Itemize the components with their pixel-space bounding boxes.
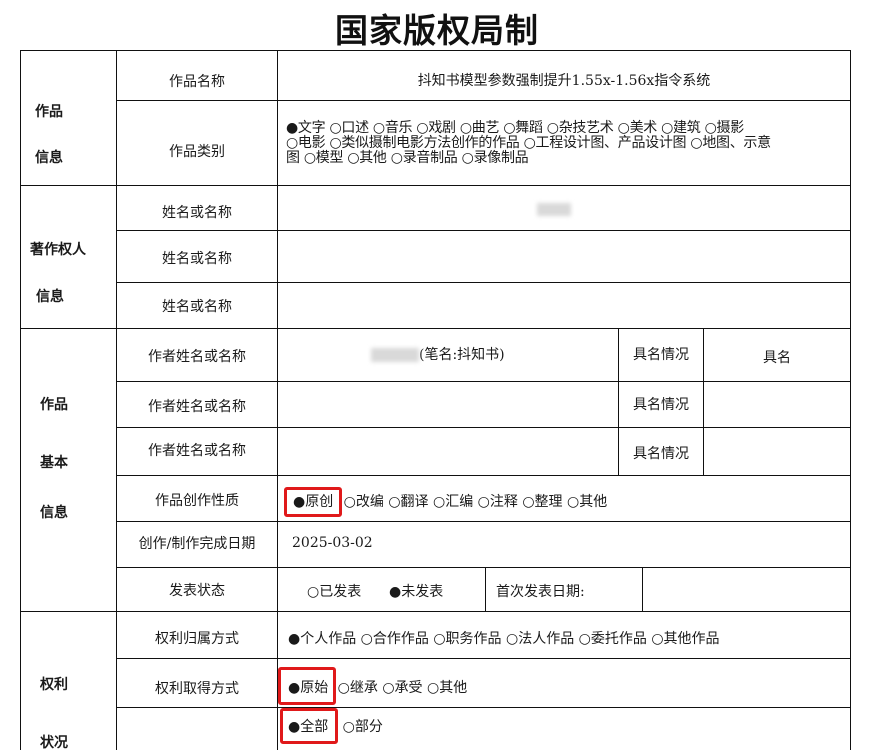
acquisition-other-options[interactable]: ○继承 ○承受 ○其他 (338, 680, 468, 696)
work-type-line-3: 图 ○模型 ○其他 ○录音制品 ○录像制品 (286, 150, 529, 166)
section-divider (20, 328, 851, 329)
highlight-box-acquisition (278, 667, 336, 705)
label-signature-3: 具名情况 (633, 446, 689, 462)
highlight-box-scope (280, 708, 338, 744)
work-type-line-2: ○电影 ○类似摄制电影方法创作的作品 ○工程设计图、产品设计图 ○地图、示意 (286, 135, 771, 151)
section-rights-line1: 权利 (40, 677, 68, 693)
section-work-info-line2: 信息 (35, 150, 63, 166)
row-divider (116, 475, 851, 476)
redacted-owner-name (537, 202, 571, 216)
section-basic-info-line2: 基本 (40, 455, 68, 471)
label-author-2: 作者姓名或名称 (148, 399, 246, 415)
nature-other-options[interactable]: ○改编 ○翻译 ○汇编 ○注释 ○整理 ○其他 (344, 494, 608, 510)
section-basic-info-line1: 作品 (40, 397, 68, 413)
label-author-3: 作者姓名或名称 (148, 443, 246, 459)
row-divider (116, 427, 851, 428)
column-divider (485, 567, 486, 611)
label-rights-ownership: 权利归属方式 (155, 631, 239, 647)
label-publish-status: 发表状态 (169, 583, 225, 599)
section-basic-info-line3: 信息 (40, 505, 68, 521)
publish-unpublished-option[interactable]: ●未发表 (389, 584, 443, 601)
table-border-right (850, 50, 851, 750)
section-divider (20, 185, 851, 186)
row-divider (116, 567, 851, 568)
label-complete-date: 创作/制作完成日期 (138, 536, 256, 552)
label-work-type: 作品类别 (169, 144, 225, 160)
row-divider (116, 381, 851, 382)
scope-partial-option[interactable]: ○部分 (343, 719, 383, 735)
rights-ownership-options[interactable]: ●个人作品 ○合作作品 ○职务作品 ○法人作品 ○委托作品 ○其他作品 (288, 631, 720, 648)
table-border-top (20, 50, 851, 51)
label-signature-1: 具名情况 (633, 347, 689, 363)
row-divider (116, 707, 851, 708)
label-author-1: 作者姓名或名称 (148, 349, 246, 365)
row-divider (116, 658, 851, 659)
label-signature-2: 具名情况 (633, 397, 689, 413)
page-title: 国家版权局制 (335, 11, 539, 50)
table-border-left (20, 50, 21, 750)
label-first-publish-date: 首次发表日期: (496, 584, 585, 600)
row-divider (116, 100, 851, 101)
label-owner-name-2: 姓名或名称 (162, 251, 232, 267)
row-divider (116, 282, 851, 283)
section-divider (20, 611, 851, 612)
section-owner-info-line2: 信息 (36, 289, 64, 305)
owner-name-1-value (537, 201, 571, 218)
row-divider (116, 521, 851, 522)
label-owner-name-1: 姓名或名称 (162, 205, 232, 221)
section-rights-line2: 状况 (40, 735, 68, 751)
section-work-info-line1: 作品 (35, 104, 63, 120)
highlight-box-nature (284, 487, 342, 517)
author-1-pen-name: (笔名:抖知书) (419, 347, 505, 363)
label-rights-acquisition: 权利取得方式 (155, 681, 239, 697)
signature-1-value: 具名 (763, 350, 791, 366)
section-owner-info-line1: 著作权人 (30, 242, 86, 258)
work-name-value: 抖知书模型参数强制提升1.55x-1.56x指令系统 (417, 73, 711, 89)
column-divider (277, 50, 278, 750)
complete-date-value: 2025-03-02 (292, 535, 373, 551)
redacted-author-name (371, 348, 419, 362)
row-divider (116, 230, 851, 231)
label-creation-nature: 作品创作性质 (155, 493, 239, 509)
work-type-options: ●文字 ○口述 ○音乐 ○戏剧 ○曲艺 ○舞蹈 ○杂技艺术 ○美术 ○建筑 ○摄… (286, 121, 771, 166)
publish-published-option[interactable]: ○已发表 (307, 584, 361, 601)
work-type-line-1: ●文字 ○口述 ○音乐 ○戏剧 ○曲艺 ○舞蹈 ○杂技艺术 ○美术 ○建筑 ○摄… (286, 120, 744, 136)
column-divider (642, 567, 643, 611)
label-owner-name-3: 姓名或名称 (162, 299, 232, 315)
label-work-name: 作品名称 (169, 74, 225, 90)
author-1-value: (笔名:抖知书) (371, 347, 505, 364)
